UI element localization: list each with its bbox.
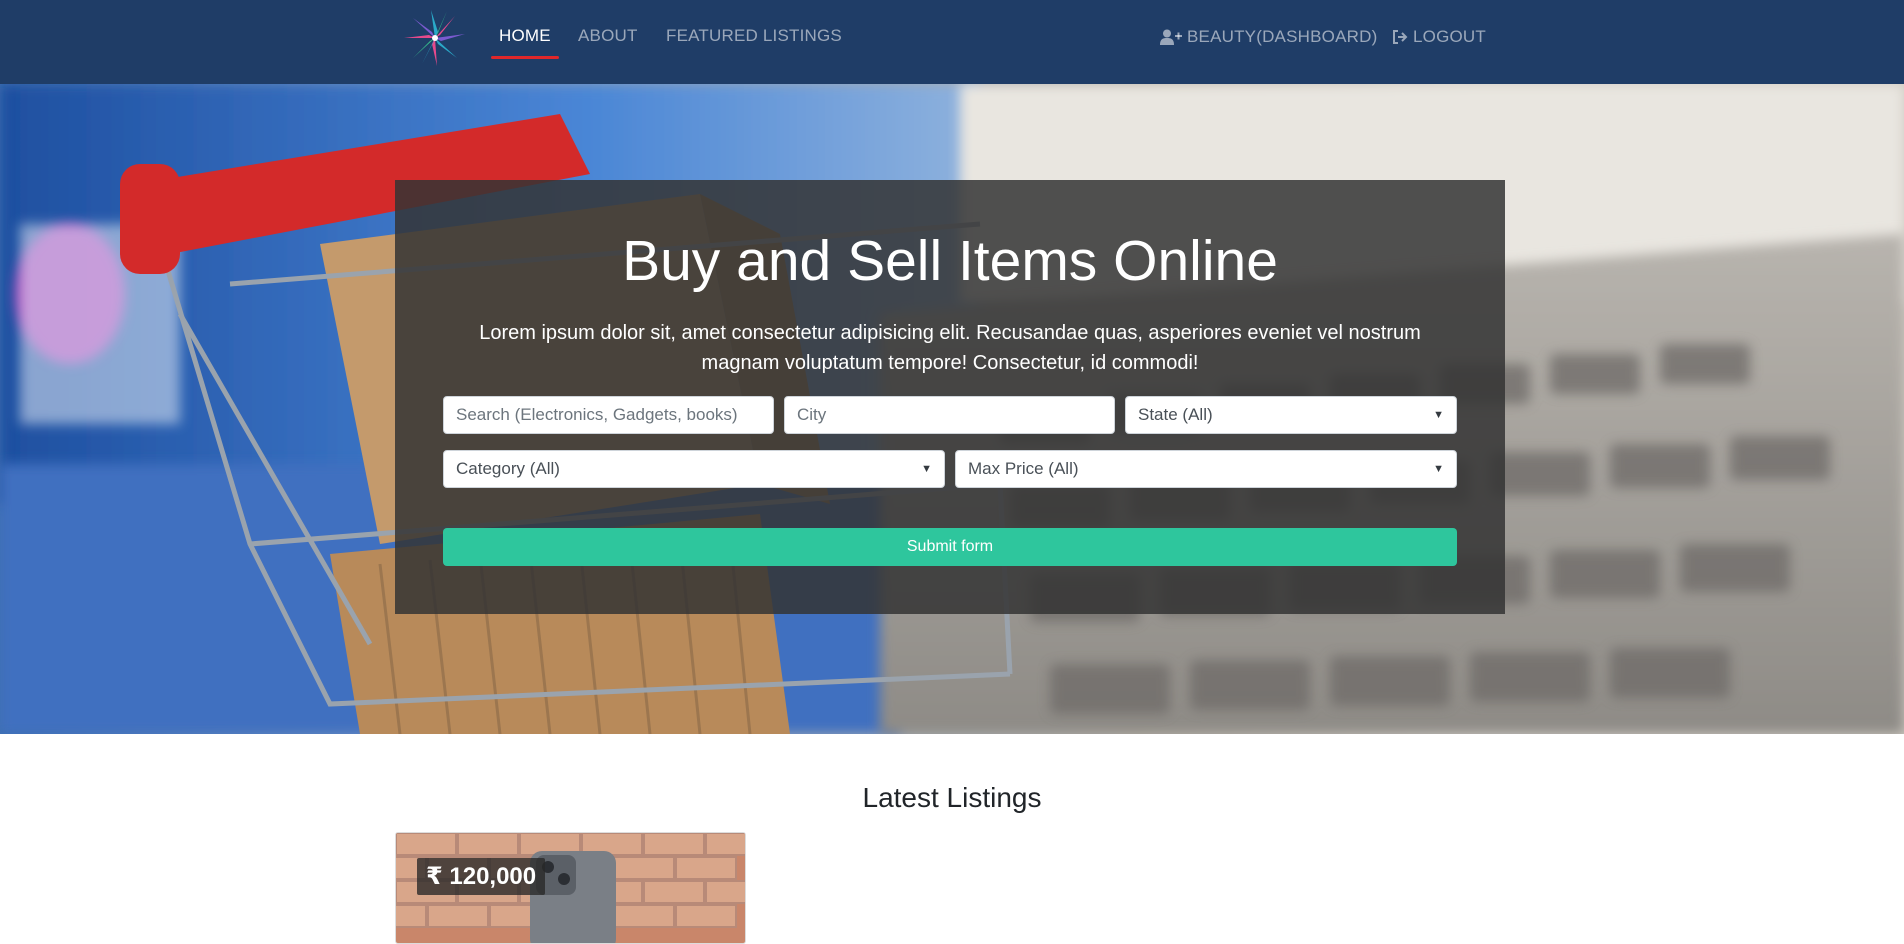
- chevron-down-icon: ▼: [1433, 409, 1444, 421]
- nav-featured-listings[interactable]: FEATURED LISTINGS: [666, 26, 842, 46]
- top-navbar: HOME ABOUT FEATURED LISTINGS BEAUTY(DASH…: [0, 0, 1904, 84]
- dashboard-label: BEAUTY(DASHBOARD): [1187, 27, 1378, 46]
- nav-about[interactable]: ABOUT: [578, 26, 638, 46]
- logout-label: LOGOUT: [1413, 27, 1486, 46]
- search-input[interactable]: Search (Electronics, Gadgets, books): [443, 396, 774, 434]
- city-input[interactable]: City: [784, 396, 1115, 434]
- hero-title: Buy and Sell Items Online: [622, 229, 1278, 293]
- nav-dashboard[interactable]: BEAUTY(DASHBOARD): [1160, 27, 1377, 47]
- hero-lead-text: Lorem ipsum dolor sit, amet consectetur …: [479, 322, 1421, 374]
- city-placeholder: City: [797, 405, 827, 424]
- max-price-select[interactable]: Max Price (All) ▼: [955, 450, 1457, 488]
- latest-listings-title: Latest Listings: [862, 782, 1042, 813]
- sign-out-icon: [1393, 30, 1408, 44]
- listing-card[interactable]: ₹ 120,000: [395, 832, 746, 944]
- user-plus-icon: [1160, 29, 1182, 45]
- nav-logout[interactable]: LOGOUT: [1392, 27, 1486, 47]
- chevron-down-icon: ▼: [921, 463, 932, 475]
- search-panel: Buy and Sell Items Online Lorem ipsum do…: [395, 180, 1505, 614]
- max-price-selected-value: Max Price (All): [968, 459, 1079, 478]
- state-selected-value: State (All): [1138, 405, 1213, 424]
- chevron-down-icon: ▼: [1433, 463, 1444, 475]
- submit-button[interactable]: Submit form: [443, 528, 1457, 566]
- price-badge: ₹ 120,000: [417, 858, 546, 895]
- starburst-logo[interactable]: [400, 6, 470, 68]
- state-select[interactable]: State (All) ▼: [1125, 396, 1457, 434]
- category-select[interactable]: Category (All) ▼: [443, 450, 945, 488]
- nav-home[interactable]: HOME: [491, 26, 559, 59]
- category-selected-value: Category (All): [456, 459, 560, 478]
- hero-section: Buy and Sell Items Online Lorem ipsum do…: [0, 84, 1904, 734]
- search-placeholder: Search (Electronics, Gadgets, books): [456, 405, 738, 424]
